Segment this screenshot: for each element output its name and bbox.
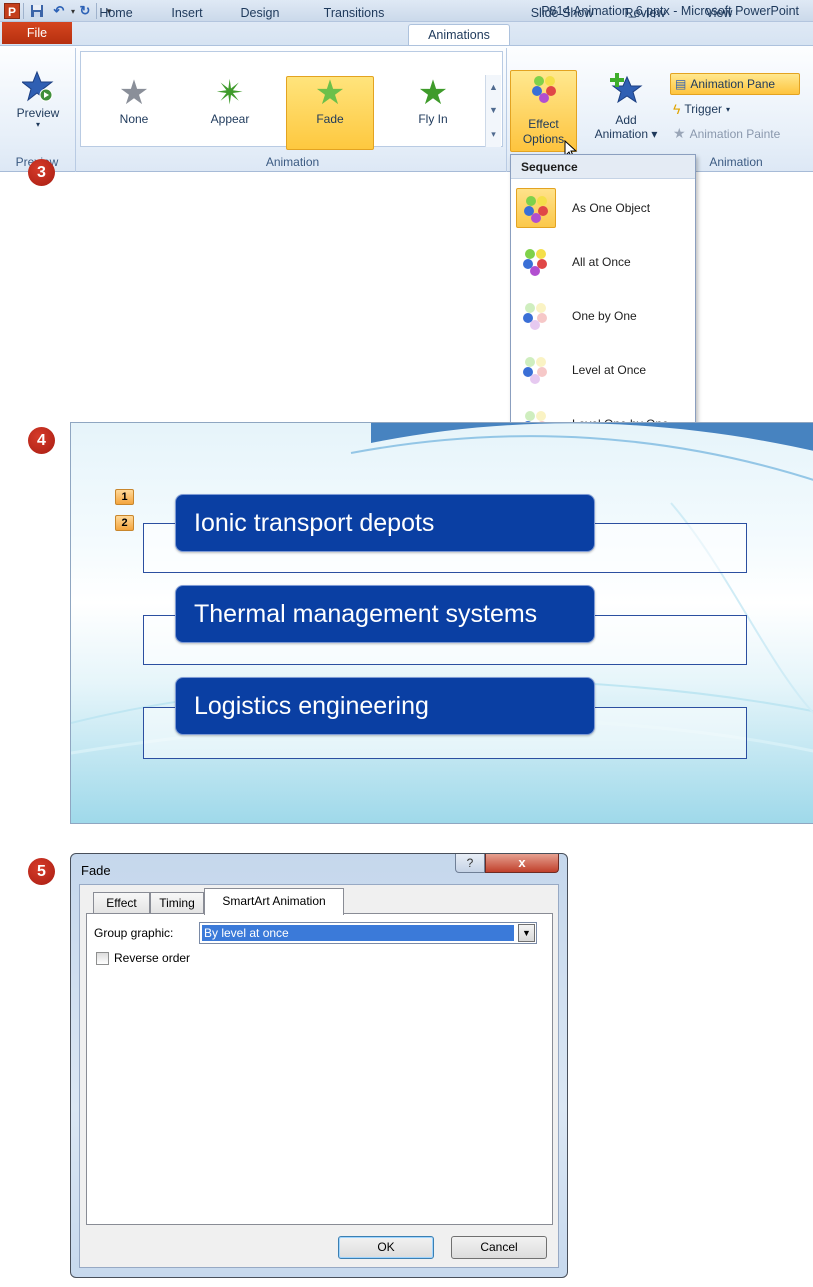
animation-pane-label: Animation Pane (690, 77, 776, 91)
preview-label: Preview (16, 106, 60, 120)
reverse-order-label: Reverse order (114, 951, 191, 965)
dialog-body: Effect Timing SmartArt Animation Group g… (79, 884, 559, 1268)
preview-star-icon (20, 70, 54, 104)
group-graphic-label: Group graphic: (94, 926, 174, 940)
effect-options-label-1: Effect (528, 117, 559, 131)
slide-canvas[interactable]: 1 2 Ionic transport depots Thermal manag… (70, 422, 813, 824)
group-separator (75, 48, 76, 172)
gallery-item-appear[interactable]: ✴ Appear (193, 74, 267, 146)
animation-pane-button[interactable]: ▤ Animation Pane (670, 73, 800, 95)
gallery-item-label: Fade (316, 112, 344, 126)
animation-painter-button[interactable]: ★ Animation Painte (673, 125, 780, 142)
tab-effect[interactable]: Effect (93, 892, 150, 914)
tab-animations[interactable]: Animations (408, 24, 510, 46)
tab-panel-smartart: Group graphic: By level at once ▼ Revers… (86, 913, 553, 1225)
smartart-row-title[interactable]: Thermal management systems (175, 585, 595, 643)
gallery-scrollbar[interactable]: ▲ ▼ ▾ (485, 75, 501, 147)
preview-button[interactable]: Preview ▾ (6, 70, 70, 150)
smartart-row-title[interactable]: Ionic transport depots (175, 494, 595, 552)
close-button[interactable]: x (485, 854, 559, 873)
effect-options-dots-icon (530, 75, 560, 105)
lightning-icon: ϟ (673, 101, 681, 117)
menu-item-label: One by One (572, 309, 637, 323)
tab-timing[interactable]: Timing (150, 892, 204, 914)
scroll-down-icon[interactable]: ▼ (489, 105, 498, 115)
tab-design[interactable]: Design (236, 4, 284, 24)
menu-item-label: All at Once (572, 255, 631, 269)
group-label-animation: Animation (265, 155, 320, 169)
none-star-icon: ★ (118, 74, 150, 112)
all-at-once-icon (516, 242, 556, 282)
fly-in-star-icon: ★ (417, 74, 449, 112)
one-by-one-icon (516, 296, 556, 336)
animation-painter-icon: ★ (673, 125, 686, 141)
add-animation-label-2: Animation ▾ (594, 127, 658, 141)
tab-slide-show[interactable]: Slide Show (525, 4, 599, 24)
tab-review[interactable]: Review (620, 4, 670, 24)
group-graphic-select[interactable]: By level at once ▼ (199, 922, 537, 944)
tab-insert[interactable]: Insert (165, 4, 209, 24)
scroll-up-icon[interactable]: ▲ (489, 82, 498, 92)
menu-item-as-one-object[interactable]: As One Object (511, 182, 695, 234)
tab-transitions[interactable]: Transitions (314, 4, 394, 24)
help-button[interactable]: ? (455, 854, 485, 873)
powerpoint-logo-icon[interactable]: P (4, 3, 20, 19)
step-badge-5: 5 (28, 858, 55, 885)
tab-file[interactable]: File (2, 22, 72, 44)
menu-item-one-by-one[interactable]: One by One (511, 290, 695, 342)
menu-item-all-at-once[interactable]: All at Once (511, 236, 695, 288)
appear-star-icon: ✴ (215, 74, 245, 112)
as-one-object-icon (516, 188, 556, 228)
reverse-order-checkbox[interactable] (96, 952, 109, 965)
trigger-button[interactable]: ϟ Trigger ▾ (673, 101, 730, 117)
add-animation-label-1: Add (615, 113, 637, 127)
chevron-down-icon[interactable]: ▼ (518, 924, 535, 942)
animation-painter-label: Animation Painte (689, 126, 781, 141)
gallery-more-icon[interactable]: ▾ (491, 129, 496, 140)
dialog-title: Fade (81, 863, 111, 878)
gallery-item-fly-in[interactable]: ★ Fly In (396, 74, 470, 146)
gallery-item-label: Appear (210, 112, 250, 126)
tab-smartart-animation[interactable]: SmartArt Animation (204, 888, 344, 915)
gallery-item-none[interactable]: ★ None (97, 74, 171, 146)
save-icon[interactable] (28, 2, 46, 20)
effect-options-dropdown: Sequence As One Object All at Once One b… (510, 154, 696, 455)
step-badge-3: 3 (28, 159, 55, 186)
tab-view[interactable]: View (699, 4, 739, 24)
group-separator (506, 48, 507, 172)
add-animation-button[interactable]: Add Animation ▾ (588, 72, 664, 150)
fade-dialog: Fade ? x Effect Timing SmartArt Animatio… (70, 853, 568, 1278)
menu-item-level-at-once[interactable]: Level at Once (511, 344, 695, 396)
divider (23, 3, 24, 19)
cancel-button[interactable]: Cancel (451, 1236, 547, 1259)
gallery-item-fade[interactable]: ★ Fade (293, 74, 367, 146)
menu-item-label: Level at Once (572, 363, 647, 377)
step-badge-4: 4 (28, 427, 55, 454)
fade-star-icon: ★ (314, 74, 346, 112)
sequence-tag[interactable]: 2 (115, 515, 134, 531)
level-at-once-icon (516, 350, 556, 390)
add-animation-star-icon (609, 72, 643, 109)
gallery-item-label: None (119, 112, 149, 126)
group-label-advanced-animation: Animation (709, 155, 763, 169)
ok-button[interactable]: OK (338, 1236, 434, 1259)
animation-pane-icon: ▤ (675, 77, 687, 91)
tab-home[interactable]: Home (96, 4, 136, 24)
gallery-item-label: Fly In (418, 112, 448, 126)
chevron-down-icon: ▾ (35, 120, 40, 129)
smartart-row-title[interactable]: Logistics engineering (175, 677, 595, 735)
redo-icon[interactable]: ↻ (76, 2, 94, 20)
menu-item-label: As One Object (572, 201, 651, 215)
ribbon-tab-row (0, 22, 813, 46)
sequence-tag[interactable]: 1 (115, 489, 134, 505)
trigger-label: Trigger (684, 102, 722, 116)
group-graphic-value: By level at once (202, 925, 514, 941)
dropdown-header: Sequence (511, 155, 695, 179)
chevron-down-icon: ▾ (726, 104, 731, 114)
